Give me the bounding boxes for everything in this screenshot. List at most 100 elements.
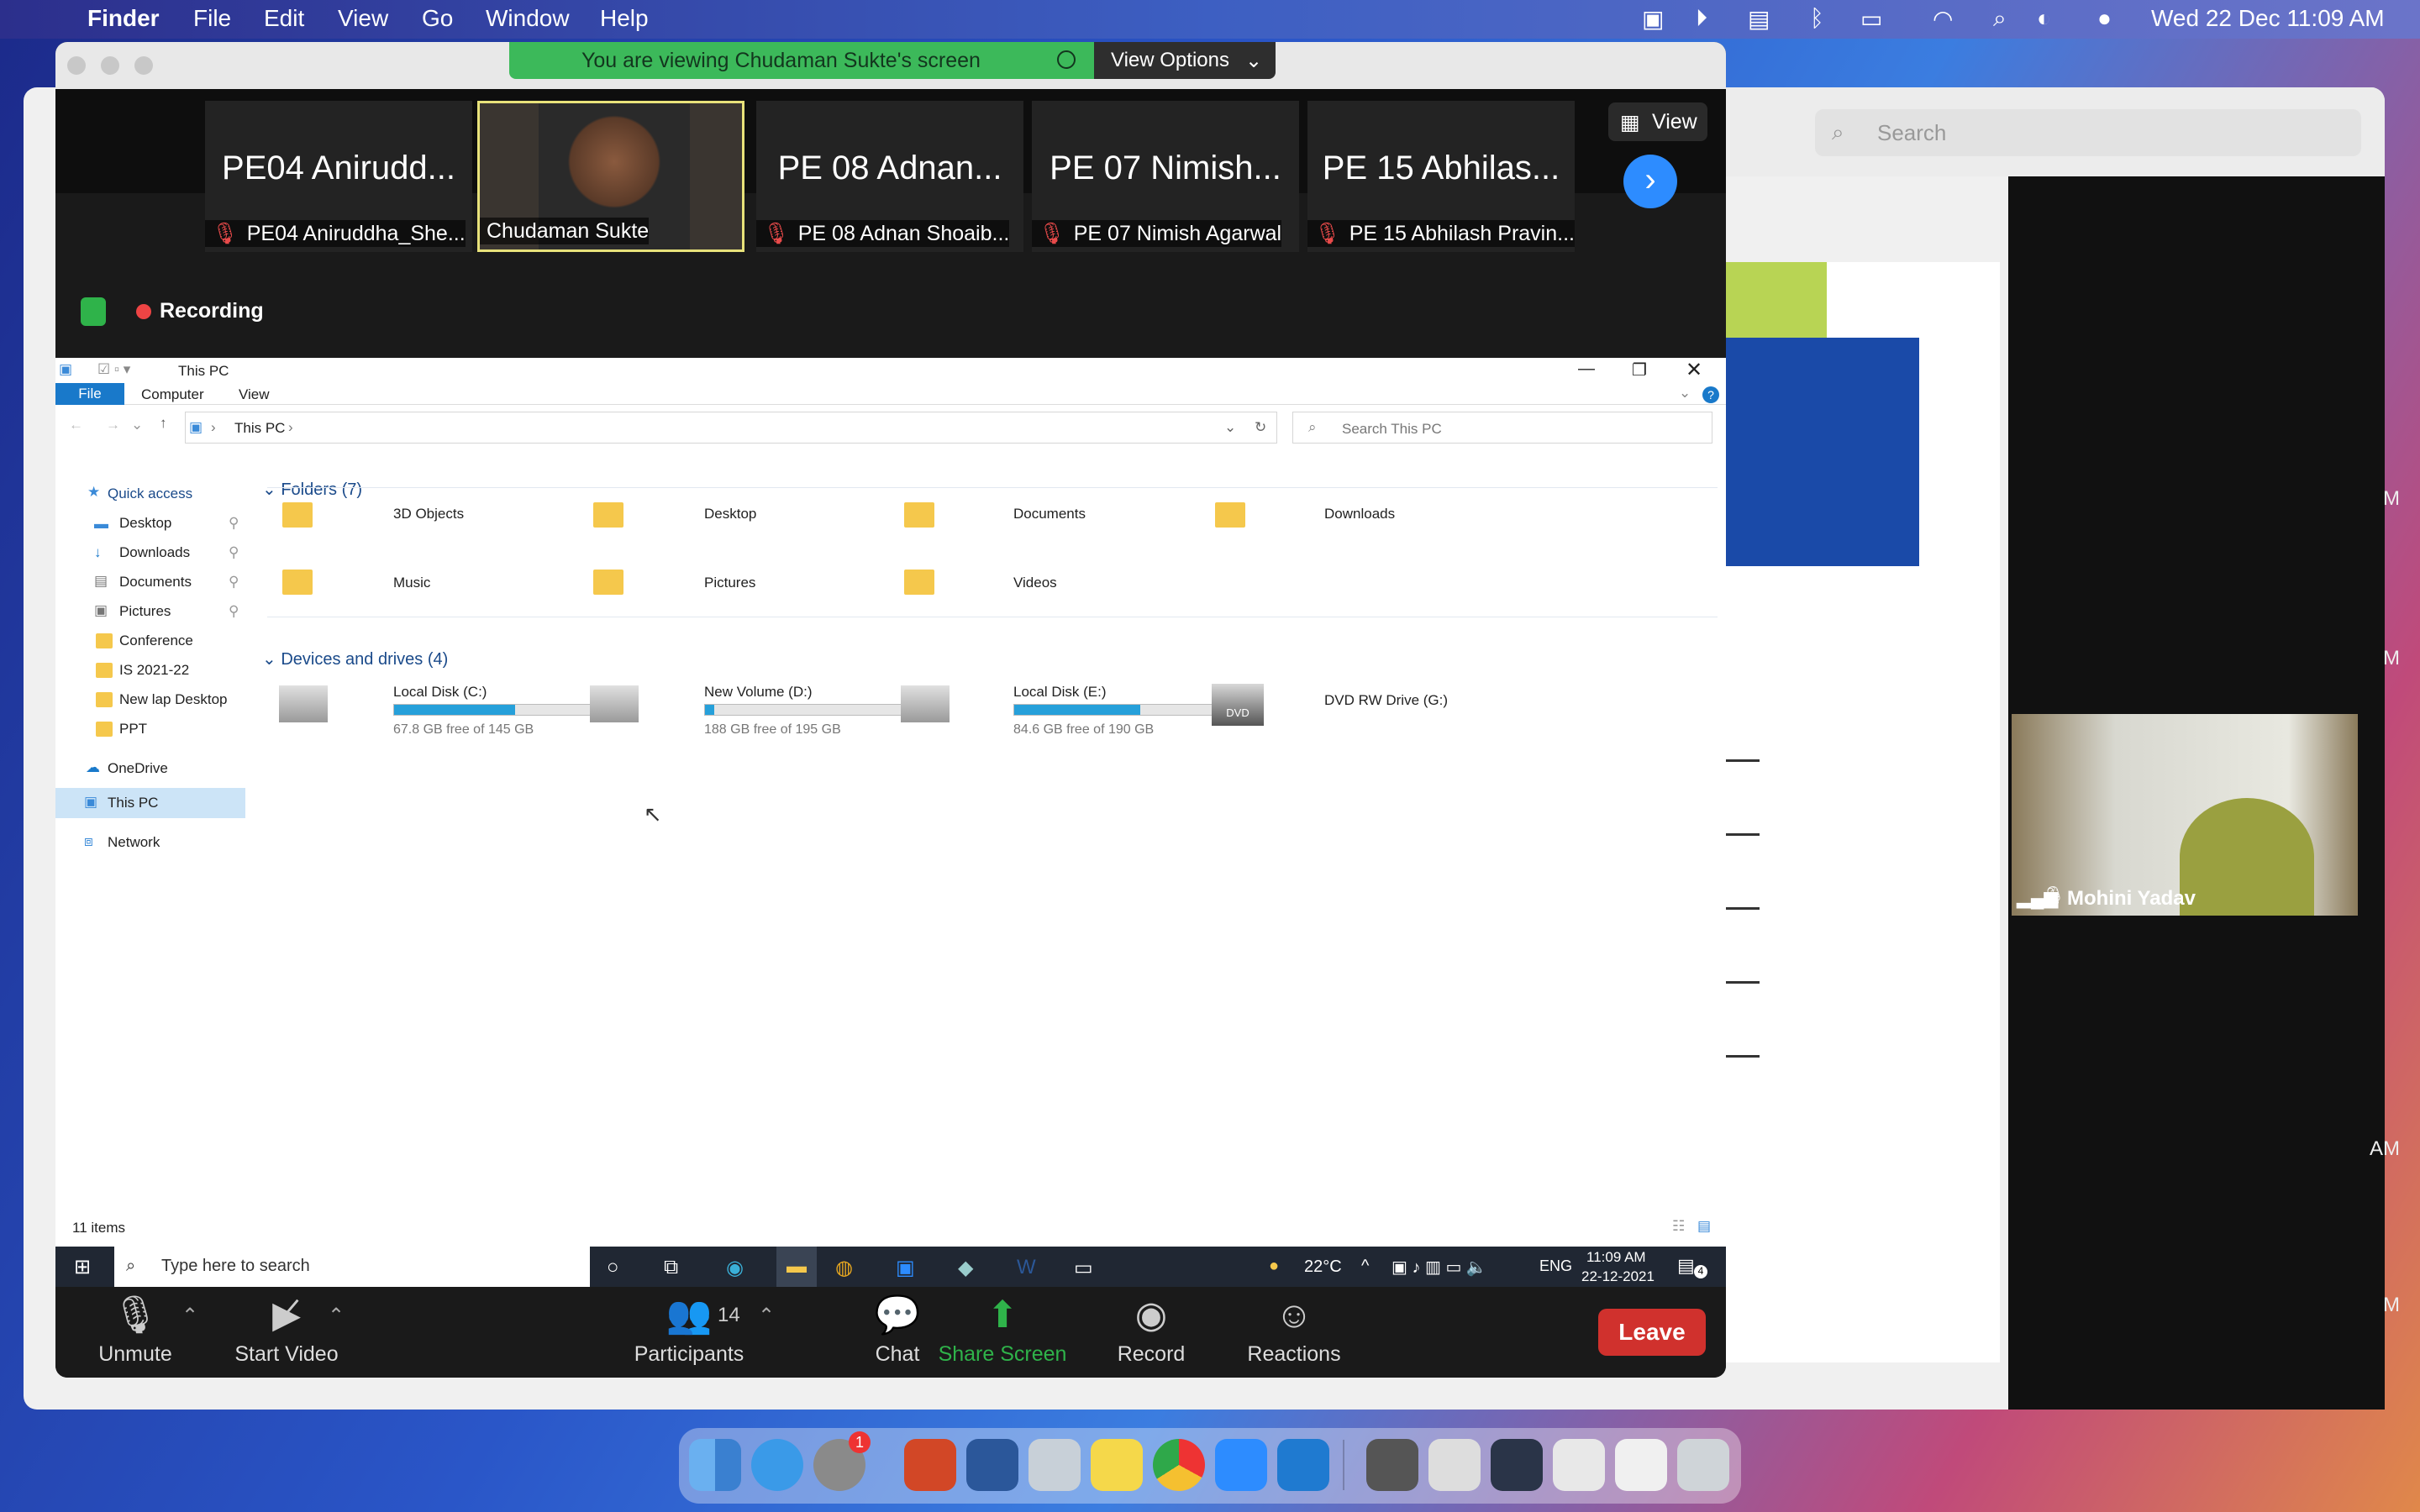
finder-icon[interactable] (689, 1439, 741, 1491)
menu-datetime[interactable]: Wed 22 Dec 11:09 AM (2151, 5, 2385, 32)
nav-this-pc[interactable]: This PC (108, 795, 158, 811)
participant-tile[interactable]: PE04 Anirudd... 🎙 PE04 Aniruddha_She... (205, 101, 472, 252)
safari-icon[interactable] (751, 1439, 803, 1491)
taskbar-date[interactable]: 22-12-2021 (1581, 1268, 1655, 1285)
menu-window[interactable]: Window (486, 5, 570, 32)
window-thumbnail-icon[interactable] (1553, 1439, 1605, 1491)
folder-desktop[interactable]: Desktop (704, 506, 756, 522)
address-dropdown-icon[interactable]: ⌄ (1224, 419, 1236, 436)
maximize-button[interactable] (134, 56, 153, 75)
zoom-status-icon[interactable]: ▣ (1642, 5, 1664, 33)
background-search-field[interactable]: ⌕ Search (1815, 109, 2361, 156)
menu-file[interactable]: File (193, 5, 231, 32)
vscode-icon[interactable] (1277, 1439, 1329, 1491)
participant-tile[interactable]: PE 15 Abhilas... 🎙 PE 15 Abhilash Pravin.… (1307, 101, 1575, 252)
view-options-button[interactable]: View Options ⌄ (1094, 42, 1276, 79)
folder-documents[interactable]: Documents (1013, 506, 1086, 522)
control-center-icon[interactable]: ◐ (2037, 5, 2051, 32)
nav-item-is[interactable]: IS 2021-22 (119, 662, 189, 679)
chevron-down-icon[interactable]: ⌄ (1679, 385, 1691, 402)
ribbon-computer-tab[interactable]: Computer (141, 386, 204, 403)
explorer-search-box[interactable]: ⌕ Search This PC (1292, 412, 1712, 444)
file-explorer-icon[interactable]: ▬ (776, 1247, 817, 1287)
tray-icons[interactable]: ▣ ♪ ▥ ▭ 🔈 (1392, 1257, 1487, 1278)
restore-icon[interactable]: ❐ (1632, 360, 1647, 381)
minimize-icon[interactable]: — (1578, 360, 1595, 379)
folders-group-header[interactable]: ⌄ Folders (7) (262, 479, 362, 500)
zoom-app-icon[interactable] (1215, 1439, 1267, 1491)
window-thumbnail-icon[interactable] (1428, 1439, 1481, 1491)
drive-d-name[interactable]: New Volume (D:) (704, 684, 812, 701)
word-icon[interactable] (966, 1439, 1018, 1491)
back-arrow-icon[interactable]: ← (69, 417, 83, 433)
notification-icon[interactable]: ▤ (1677, 1255, 1695, 1277)
nav-item-desktop[interactable]: Desktop (119, 515, 171, 532)
forward-arrow-icon[interactable]: → (106, 417, 120, 433)
close-icon[interactable]: ✕ (1686, 358, 1702, 382)
nav-item-conference[interactable]: Conference (119, 633, 193, 649)
share-screen-button[interactable]: ⬆ Share Screen (931, 1292, 1074, 1367)
quick-access-toolbar-icon[interactable]: ☑ ▫ ▾ (97, 361, 130, 378)
nav-item-new-lap-desktop[interactable]: New lap Desktop (119, 691, 228, 708)
window-thumbnail-icon[interactable] (1615, 1439, 1667, 1491)
refresh-icon[interactable]: ↻ (1255, 419, 1266, 436)
menu-go[interactable]: Go (422, 5, 453, 32)
ribbon-view-tab[interactable]: View (239, 386, 270, 403)
nav-item-downloads[interactable]: Downloads (119, 544, 190, 561)
participant-tile[interactable]: PE 07 Nimish... 🎙 PE 07 Nimish Agarwal (1032, 101, 1299, 252)
nav-item-ppt[interactable]: PPT (119, 721, 147, 738)
terminal-icon[interactable]: ▭ (1074, 1256, 1093, 1280)
pin-icon[interactable]: ⚲ (229, 515, 239, 532)
taskbar-search[interactable]: ⌕ Type here to search (114, 1247, 590, 1287)
participant-tile[interactable]: PE 08 Adnan... 🎙 PE 08 Adnan Shoaib... (756, 101, 1023, 252)
siri-icon[interactable]: ● (2097, 5, 2112, 32)
edge-icon[interactable]: ◉ (726, 1256, 744, 1280)
nav-item-documents[interactable]: Documents (119, 574, 192, 591)
recent-chevron-icon[interactable]: ⌄ (131, 417, 143, 433)
record-button[interactable]: ◉ Record (1109, 1292, 1193, 1367)
word-icon[interactable]: W (1017, 1256, 1036, 1279)
window-thumbnail-icon[interactable] (1491, 1439, 1543, 1491)
weather-icon[interactable]: ● (1269, 1257, 1279, 1276)
app-icon[interactable]: ◆ (958, 1256, 973, 1280)
nav-network[interactable]: Network (108, 834, 160, 851)
trash-icon[interactable] (1677, 1439, 1729, 1491)
play-icon[interactable]: ⏵ (1696, 5, 1707, 33)
folder-videos[interactable]: Videos (1013, 575, 1057, 591)
battery-icon[interactable]: ▭ (1860, 5, 1882, 33)
menu-help[interactable]: Help (600, 5, 649, 32)
preview-icon[interactable] (1028, 1439, 1081, 1491)
drive-e-name[interactable]: Local Disk (E:) (1013, 684, 1107, 701)
notes-icon[interactable] (1091, 1439, 1143, 1491)
chrome-icon[interactable] (1153, 1439, 1205, 1491)
pin-icon[interactable]: ⚲ (229, 574, 239, 591)
powerpoint-icon[interactable] (904, 1439, 956, 1491)
chevron-up-icon[interactable]: ⌃ (758, 1304, 775, 1328)
pin-icon[interactable]: ⚲ (229, 544, 239, 561)
next-page-button[interactable]: › (1623, 155, 1677, 208)
ribbon-file-tab[interactable]: File (55, 383, 124, 405)
menu-app-name[interactable]: Finder (87, 5, 160, 32)
taskbar-temperature[interactable]: 22°C (1304, 1257, 1342, 1277)
large-icons-view-icon[interactable]: ▤ (1697, 1218, 1711, 1235)
help-icon[interactable]: ? (1702, 386, 1719, 403)
participant-tile-active[interactable]: Chudaman Sukte (477, 101, 744, 252)
cortana-icon[interactable]: ○ (607, 1256, 619, 1279)
folder-music[interactable]: Music (393, 575, 430, 591)
drive-c-name[interactable]: Local Disk (C:) (393, 684, 487, 701)
task-view-icon[interactable]: ⧉ (664, 1256, 678, 1279)
folder-3d-objects[interactable]: 3D Objects (393, 506, 464, 522)
tray-chevron-icon[interactable]: ^ (1361, 1257, 1369, 1276)
view-button[interactable]: ▦ View (1608, 102, 1707, 141)
wifi-icon[interactable]: ◠ (1933, 5, 1953, 33)
pin-icon[interactable]: ⚲ (229, 603, 239, 620)
nav-quick-access[interactable]: Quick access (108, 486, 192, 502)
calendar-icon[interactable]: ▤ (1748, 5, 1770, 33)
reactions-button[interactable]: ☺ Reactions (1235, 1292, 1353, 1367)
chevron-up-icon[interactable]: ⌃ (182, 1304, 198, 1328)
taskbar-language[interactable]: ENG (1539, 1257, 1572, 1275)
zoom-app-icon[interactable]: ▣ (896, 1256, 915, 1280)
chrome-icon[interactable]: ◍ (835, 1256, 853, 1280)
folder-pictures[interactable]: Pictures (704, 575, 755, 591)
unmute-button[interactable]: 🎙 Unmute (89, 1292, 182, 1367)
